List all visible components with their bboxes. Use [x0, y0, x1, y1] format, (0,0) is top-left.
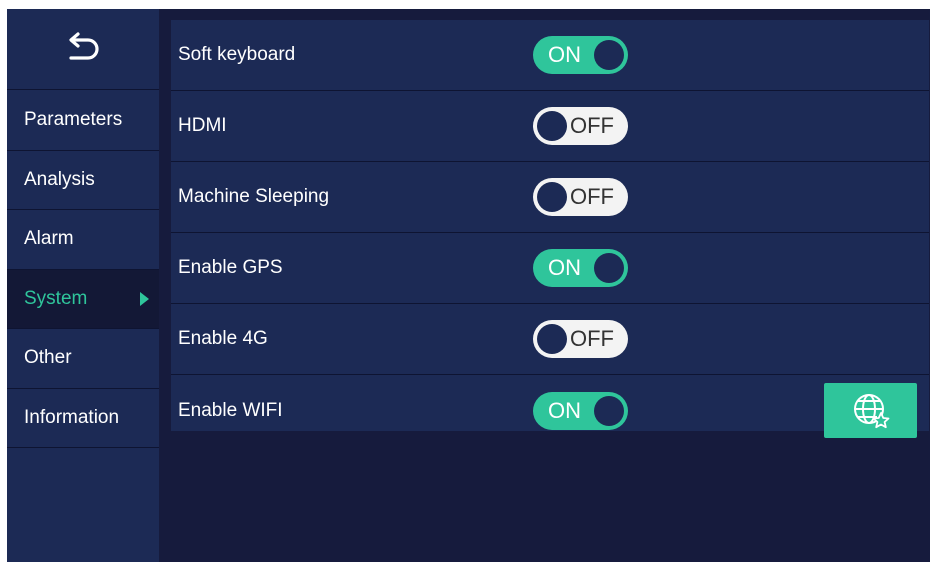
- toggle-state-label: ON: [548, 42, 581, 67]
- toggle-state-label: ON: [548, 397, 581, 423]
- sidebar-item-other[interactable]: Other: [7, 329, 159, 389]
- globe-star-icon: [853, 393, 889, 428]
- toggle-knob: [594, 395, 624, 426]
- wifi-settings-button[interactable]: [824, 383, 917, 438]
- sidebar-item-label: Information: [24, 406, 120, 428]
- sidebar-item-analysis[interactable]: Analysis: [7, 151, 159, 210]
- toggle-knob: [537, 182, 567, 212]
- sidebar-item-alarm[interactable]: Alarm: [7, 210, 159, 270]
- back-arrow-icon: [69, 32, 99, 60]
- toggle-knob: [537, 111, 567, 141]
- setting-label: Enable 4G: [178, 328, 268, 349]
- setting-row-enable-wifi: Enable WIFI ON: [171, 375, 929, 446]
- sidebar-item-label: Parameters: [24, 109, 123, 131]
- enable-wifi-toggle[interactable]: ON: [533, 391, 628, 430]
- sidebar-item-information[interactable]: Information: [7, 389, 159, 448]
- settings-panel: Soft keyboard ON HDMI OFF Machine Sleepi…: [171, 20, 929, 438]
- sidebar-item-label: Analysis: [24, 168, 95, 190]
- sidebar-item-system[interactable]: System: [7, 269, 159, 329]
- enable-gps-toggle[interactable]: ON: [533, 249, 628, 287]
- setting-row-enable-gps: Enable GPS ON: [171, 233, 929, 304]
- enable-4g-toggle[interactable]: OFF: [533, 320, 628, 358]
- back-button[interactable]: [7, 9, 159, 90]
- toggle-knob: [594, 40, 624, 70]
- setting-label: Enable GPS: [178, 257, 283, 278]
- setting-row-machine-sleeping: Machine Sleeping OFF: [171, 162, 929, 233]
- sidebar-item-label: Other: [24, 347, 72, 369]
- sidebar-item-label: Alarm: [24, 228, 74, 250]
- sidebar-nav: Parameters Analysis Alarm System Other I…: [7, 91, 159, 448]
- sidebar-item-label: System: [24, 287, 88, 309]
- hdmi-toggle[interactable]: OFF: [533, 107, 628, 145]
- triangle-right-icon: [140, 291, 149, 306]
- toggle-state-label: OFF: [570, 184, 614, 209]
- setting-label: Soft keyboard: [178, 44, 296, 65]
- sidebar-item-parameters[interactable]: Parameters: [7, 91, 159, 151]
- setting-label: HDMI: [178, 115, 227, 136]
- soft-keyboard-toggle[interactable]: ON: [533, 36, 628, 74]
- toggle-state-label: OFF: [570, 113, 614, 138]
- toggle-knob: [537, 324, 567, 354]
- toggle-state-label: ON: [548, 255, 581, 280]
- setting-label: Enable WIFI: [178, 399, 283, 421]
- setting-row-hdmi: HDMI OFF: [171, 91, 929, 162]
- setting-label: Machine Sleeping: [178, 186, 330, 207]
- setting-row-soft-keyboard: Soft keyboard ON: [171, 20, 929, 91]
- toggle-knob: [594, 253, 624, 283]
- toggle-state-label: OFF: [570, 326, 614, 351]
- setting-row-enable-4g: Enable 4G OFF: [171, 304, 929, 375]
- machine-sleeping-toggle[interactable]: OFF: [533, 178, 628, 216]
- sidebar: Parameters Analysis Alarm System Other I…: [7, 9, 159, 562]
- screen: Parameters Analysis Alarm System Other I…: [7, 9, 930, 562]
